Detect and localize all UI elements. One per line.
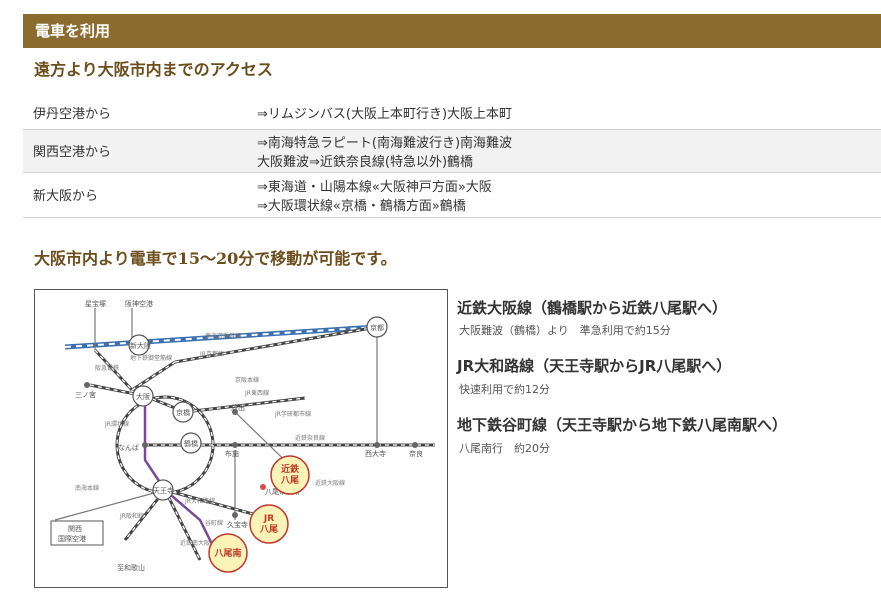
svg-text:JR阪和線: JR阪和線 [119, 512, 144, 520]
label-kansai-2: 国際空港 [58, 534, 86, 543]
svg-text:JR: JR [263, 514, 274, 524]
label-kyoto: 京都 [370, 323, 384, 332]
svg-text:阪急電鉄: 阪急電鉄 [95, 364, 119, 372]
svg-text:近鉄大阪線: 近鉄大阪線 [315, 479, 345, 487]
svg-text:南海本線: 南海本線 [75, 484, 99, 492]
label-itami: 阪神空港 [125, 299, 153, 308]
badge-kintetsu-yao: 近鉄 八尾 [270, 455, 310, 495]
label-nishi-daiji: 西大寺 [365, 449, 386, 458]
label-hanna: 放出 [231, 403, 245, 412]
svg-text:JR京都線: JR京都線 [199, 350, 224, 358]
svg-text:地下鉄御堂筋線: 地下鉄御堂筋線 [130, 354, 172, 362]
heading-city-access: 大阪市内より電車で15～20分で移動が可能です。 [34, 249, 397, 268]
access-from: 新大阪から [33, 189, 99, 204]
label-fuse: 布施 [225, 449, 239, 458]
label-osaka: 大阪 [136, 392, 150, 401]
svg-text:JR環状線: JR環状線 [104, 420, 129, 428]
svg-text:京阪本線: 京阪本線 [235, 376, 259, 384]
label-shin-osaka: 新大阪 [130, 341, 151, 350]
route-map: 京都 新大阪 大阪 京橋 鶴橋 天王寺 三ノ宮 なんば 布施 西大寺 奈良 久宝… [34, 289, 448, 588]
section-header-bar: 電車を利用 [23, 14, 881, 48]
label-wakayama: 至和歌山 [117, 563, 145, 572]
route-sub-kintetsu: 大阪難波（鶴橋）より 準急利用で約15分 [459, 324, 671, 337]
access-route: ⇒東海道・山陽本線«大阪神戸方面»大阪 ⇒大阪環状線«京橋・鶴橋方面»鶴橋 [257, 179, 492, 214]
route-sub-jr: 快速利用で約12分 [459, 383, 550, 396]
table-row: 新大阪から ⇒東海道・山陽本線«大阪神戸方面»大阪 ⇒大阪環状線«京橋・鶴橋方面… [23, 172, 881, 217]
svg-text:谷町線: 谷町線 [205, 519, 223, 527]
badge-jr-yao: JR 八尾 [249, 504, 289, 544]
access-from: 伊丹空港から [33, 106, 112, 122]
svg-text:近鉄奈良線: 近鉄奈良線 [295, 434, 325, 442]
svg-text:JR東西線: JR東西線 [244, 389, 269, 397]
heading-far-access: 遠方より大阪市内までのアクセス [34, 60, 273, 79]
label-kyuhoji: 久宝寺 [227, 520, 248, 529]
svg-text:東海道新幹線: 東海道新幹線 [205, 332, 241, 340]
access-table: 伊丹空港から ⇒リムジンバス(大阪上本町行き)大阪上本町 関西空港から ⇒南海特… [23, 96, 881, 218]
label-namba: なんば [118, 443, 139, 452]
access-from: 関西空港から [33, 145, 112, 160]
route-title-jr: JR大和路線（天王寺駅からJR八尾駅へ） [457, 357, 732, 375]
svg-text:八尾: 八尾 [259, 524, 278, 535]
route-sub-subway: 八尾南行 約20分 [459, 442, 550, 455]
table-row: 伊丹空港から ⇒リムジンバス(大阪上本町行き)大阪上本町 [23, 96, 881, 129]
label-kansai-1: 関西 [68, 525, 82, 533]
access-route: ⇒リムジンバス(大阪上本町行き)大阪上本町 [257, 106, 513, 122]
route-title-subway: 地下鉄谷町線（天王寺駅から地下鉄八尾南駅へ） [457, 416, 788, 434]
label-sannomiya: 三ノ宮 [75, 390, 96, 399]
access-route: ⇒南海特急ラピート(南海難波行き)南海難波 大阪難波⇒近鉄奈良線(特急以外)鶴橋 [257, 135, 513, 170]
label-hoshida: 星宝塚 [85, 299, 106, 308]
section-header-title: 電車を利用 [35, 22, 111, 40]
label-tennoji: 天王寺 [153, 487, 174, 495]
svg-text:JR大和路線: JR大和路線 [184, 497, 215, 505]
table-row: 関西空港から ⇒南海特急ラピート(南海難波行き)南海難波 大阪難波⇒近鉄奈良線(… [23, 129, 881, 172]
route-title-kintetsu: 近鉄大阪線（鶴橋駅から近鉄八尾駅へ） [457, 299, 728, 317]
label-nara: 奈良 [409, 449, 423, 458]
label-tsuruhashi: 鶴橋 [184, 439, 198, 448]
badge-yao-minami: 八尾南 [208, 533, 248, 573]
svg-text:近鉄: 近鉄 [281, 463, 300, 475]
svg-text:八尾南: 八尾南 [213, 547, 241, 559]
label-kyobashi: 京橋 [176, 408, 190, 417]
svg-text:八尾: 八尾 [280, 475, 299, 486]
svg-text:JR学研都市線: JR学研都市線 [274, 410, 311, 418]
